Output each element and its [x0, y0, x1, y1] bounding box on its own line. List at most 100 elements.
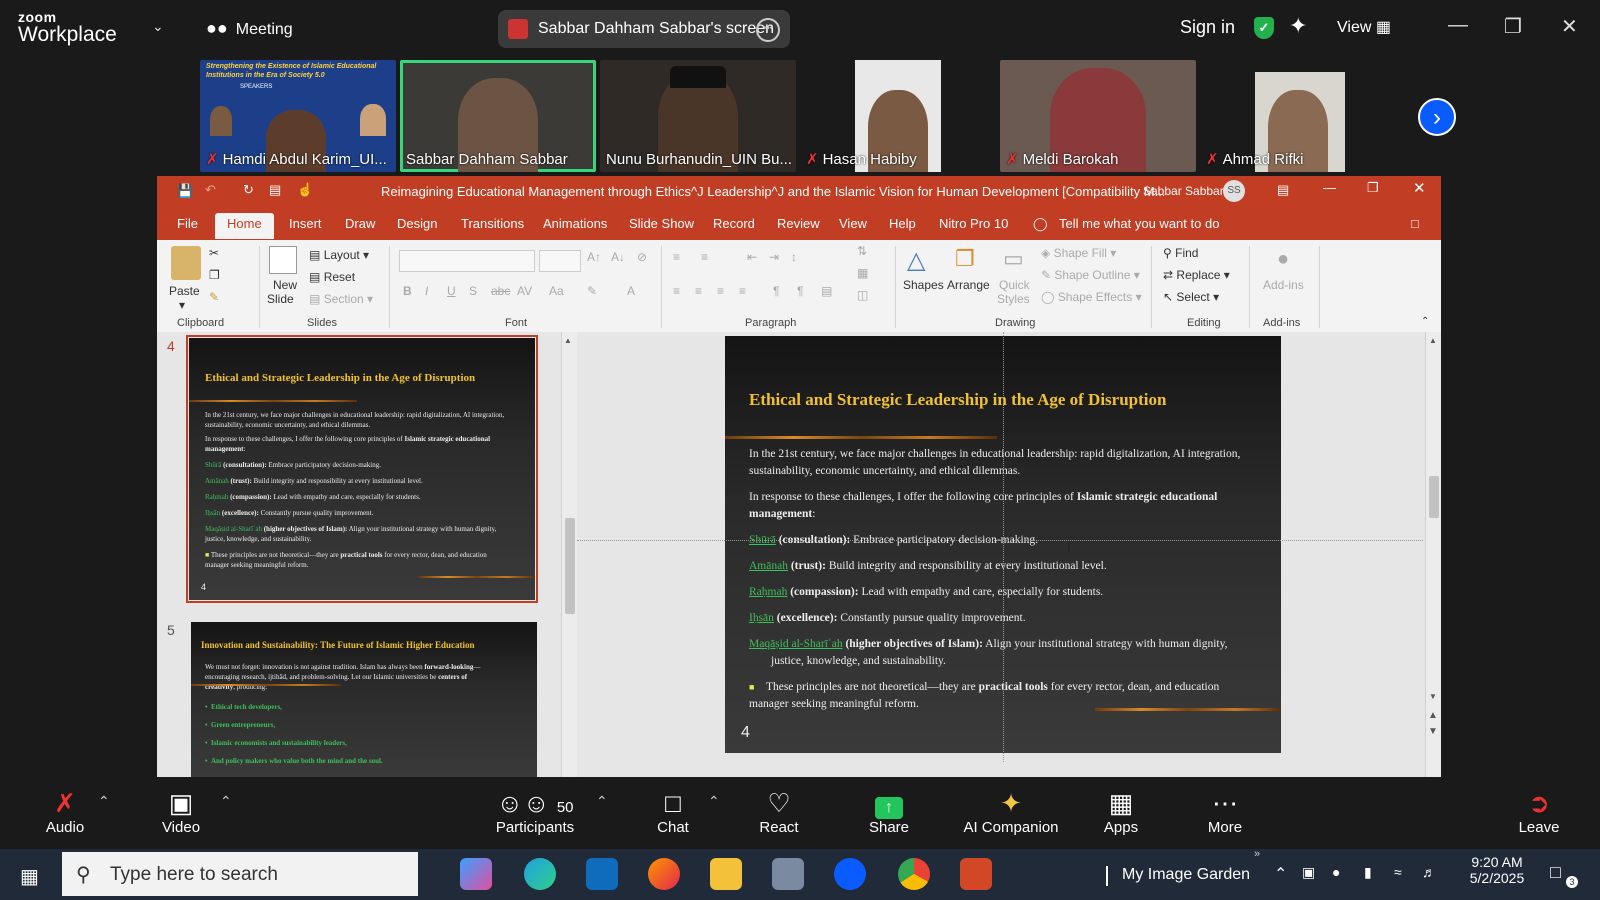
- tab-draw[interactable]: Draw: [345, 216, 375, 231]
- arrange-button[interactable]: Arrange: [947, 278, 990, 292]
- rtl-icon[interactable]: ¶: [773, 284, 779, 298]
- firefox-icon[interactable]: [648, 858, 680, 890]
- cut-icon[interactable]: ✂: [209, 246, 219, 260]
- paste-button[interactable]: Paste: [169, 284, 200, 298]
- scroll-up-icon[interactable]: ▲: [1429, 336, 1437, 345]
- video-tile[interactable]: ✗ Ahmad Rifki: [1200, 60, 1396, 172]
- tab-insert[interactable]: Insert: [289, 216, 322, 231]
- notifications-icon[interactable]: □: [1550, 862, 1561, 883]
- volume-icon[interactable]: ♬: [1422, 864, 1436, 880]
- bullets-icon[interactable]: ≡: [673, 250, 680, 264]
- clock[interactable]: 9:20 AM 5/2/2025: [1462, 854, 1532, 886]
- restore-icon[interactable]: ❐: [1367, 180, 1379, 196]
- edge-browser-icon[interactable]: [524, 858, 556, 890]
- video-button[interactable]: ▣ Video: [156, 787, 206, 836]
- decrease-font-icon[interactable]: A↓: [611, 250, 625, 264]
- tray-toolbar-label[interactable]: My Image Garden: [1122, 866, 1250, 884]
- align-center-icon[interactable]: ≡: [695, 284, 702, 298]
- restore-icon[interactable]: ❐: [1504, 14, 1522, 39]
- audio-button[interactable]: ✗ Audio: [40, 787, 90, 836]
- meet-now-icon[interactable]: ▣: [1302, 864, 1315, 881]
- outlook-icon[interactable]: [586, 858, 618, 890]
- slide-thumbnail-5[interactable]: Innovation and Sustainability: The Futur…: [191, 622, 537, 777]
- ltr-icon[interactable]: ¶: [797, 284, 803, 298]
- redo-icon[interactable]: ↻: [243, 182, 254, 198]
- bold-icon[interactable]: B: [403, 284, 412, 298]
- more-button[interactable]: ⋯ More: [1200, 787, 1250, 836]
- chevron-up-icon[interactable]: ⌃: [596, 793, 608, 810]
- tab-home[interactable]: Home: [215, 213, 274, 239]
- numbering-icon[interactable]: ≡: [701, 250, 708, 264]
- network-computer-icon[interactable]: [772, 858, 804, 890]
- chat-button[interactable]: □ Chat: [648, 787, 698, 836]
- paste-icon[interactable]: [171, 246, 201, 280]
- shapes-icon[interactable]: △: [907, 246, 925, 275]
- section-button[interactable]: ▤ Section ▾: [309, 292, 373, 306]
- scrollbar-thumb[interactable]: [1429, 476, 1439, 518]
- windows-start-icon[interactable]: ▦: [20, 864, 39, 889]
- chevron-up-icon[interactable]: ⌃: [220, 793, 232, 810]
- tab-help[interactable]: Help: [889, 216, 916, 231]
- align-left-icon[interactable]: ≡: [673, 284, 680, 298]
- shield-check-icon[interactable]: ✓: [1254, 17, 1274, 39]
- next-page-arrow-icon[interactable]: ›: [1418, 98, 1456, 136]
- ai-sparkle-icon[interactable]: ✦: [1289, 13, 1307, 39]
- scrollbar-thumb[interactable]: [565, 518, 575, 614]
- save-icon[interactable]: 💾: [177, 183, 193, 199]
- copilot-icon[interactable]: [460, 858, 492, 890]
- previous-slide-icon[interactable]: ▲: [1428, 710, 1438, 721]
- format-painter-icon[interactable]: ✎: [209, 290, 219, 304]
- tab-nitro[interactable]: Nitro Pro 10: [939, 216, 1008, 231]
- undo-icon[interactable]: ↶: [205, 182, 216, 198]
- scroll-down-icon[interactable]: ▼: [1429, 692, 1437, 701]
- slide-thumbnail-4[interactable]: Ethical and Strategic Leadership in the …: [186, 335, 538, 603]
- tab-animations[interactable]: Animations: [543, 216, 607, 231]
- view-button[interactable]: View ▦: [1337, 17, 1391, 37]
- minimize-icon[interactable]: —: [1448, 14, 1468, 37]
- clear-format-icon[interactable]: ⊘: [637, 250, 647, 264]
- video-tile[interactable]: Nunu Burhanudin_UIN Bu...: [600, 60, 796, 172]
- new-slide-button[interactable]: New: [273, 278, 297, 292]
- underline-icon[interactable]: U: [447, 284, 456, 298]
- chevron-down-icon[interactable]: ▾: [179, 298, 185, 312]
- react-button[interactable]: ♡ React: [754, 787, 804, 836]
- shadow-icon[interactable]: S: [469, 284, 477, 298]
- user-name[interactable]: Sabbar Sabbar: [1143, 184, 1224, 198]
- battery-icon[interactable]: ▮: [1364, 864, 1372, 881]
- justify-icon[interactable]: ≡: [739, 284, 746, 298]
- font-color-icon[interactable]: A: [627, 284, 635, 298]
- apps-button[interactable]: ▦ Apps: [1096, 787, 1146, 836]
- chevron-down-icon[interactable]: ⌄: [152, 18, 164, 35]
- chevron-up-icon[interactable]: ⌃: [708, 793, 720, 810]
- video-tile-active-speaker[interactable]: Sabbar Dahham Sabbar: [400, 60, 596, 172]
- wifi-icon[interactable]: ≈: [1394, 864, 1402, 880]
- addins-icon[interactable]: ●: [1277, 248, 1289, 271]
- video-tile[interactable]: ✗ Hasan Habiby: [800, 60, 996, 172]
- tab-view[interactable]: View: [839, 216, 867, 231]
- addins-button[interactable]: Add-ins: [1263, 278, 1304, 292]
- select-button[interactable]: ↖ Select ▾: [1163, 290, 1219, 304]
- tab-review[interactable]: Review: [777, 216, 820, 231]
- highlight-icon[interactable]: ✎: [587, 284, 597, 298]
- video-tile[interactable]: ✗ Meldi Barokah: [1000, 60, 1196, 172]
- chrome-icon[interactable]: [898, 858, 930, 890]
- tab-record[interactable]: Record: [713, 216, 755, 231]
- shape-outline-button[interactable]: ✎ Shape Outline ▾: [1041, 268, 1140, 282]
- increase-font-icon[interactable]: A↑: [587, 250, 601, 264]
- show-hidden-icons-chevron-icon[interactable]: ⌃: [1274, 864, 1287, 884]
- minimize-icon[interactable]: —: [1323, 180, 1336, 195]
- replace-button[interactable]: ⇄ Replace ▾: [1163, 268, 1230, 282]
- slideshow-icon[interactable]: ▤: [269, 182, 281, 198]
- zoom-app-icon[interactable]: [834, 858, 866, 890]
- quick-styles-icon[interactable]: ▭: [1003, 246, 1024, 272]
- taskbar-search-box[interactable]: ⚲ Type here to search: [62, 852, 418, 896]
- participants-button[interactable]: ☺☺ 50 Participants: [490, 787, 580, 836]
- tray-expand-icon[interactable]: »: [1254, 848, 1260, 860]
- tab-slide-show[interactable]: Slide Show: [629, 216, 694, 231]
- chevron-up-icon[interactable]: ⌃: [98, 793, 110, 810]
- file-explorer-icon[interactable]: [710, 858, 742, 890]
- video-tile[interactable]: Strengthening the Existence of Islamic E…: [200, 60, 396, 172]
- touch-mode-icon[interactable]: ☝: [297, 182, 313, 198]
- comments-icon[interactable]: □: [1411, 216, 1419, 231]
- decrease-indent-icon[interactable]: ⇤: [747, 250, 757, 264]
